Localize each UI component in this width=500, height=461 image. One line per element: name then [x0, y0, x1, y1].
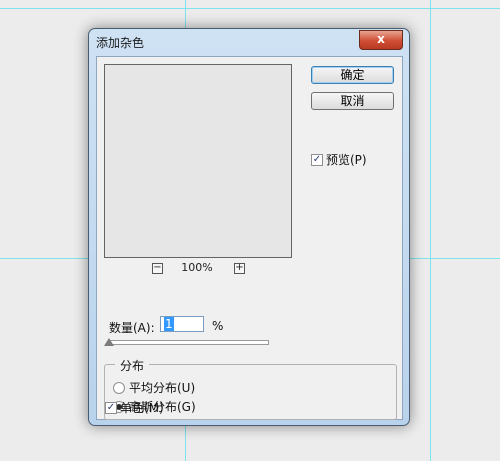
- zoom-in-icon: +: [235, 262, 244, 273]
- uniform-radio[interactable]: [113, 381, 125, 394]
- zoom-out-button[interactable]: −: [152, 263, 163, 274]
- monochromatic-checkbox[interactable]: ✓: [105, 401, 117, 414]
- zoom-controls: − 100% +: [104, 260, 292, 276]
- distribution-title: 分布: [115, 357, 150, 374]
- monochromatic-label: 单色(M): [120, 401, 164, 415]
- checkmark-icon: ✓: [312, 153, 322, 165]
- uniform-label: 平均分布(U): [129, 381, 196, 395]
- cancel-button[interactable]: 取消: [311, 92, 394, 110]
- preview-checkbox[interactable]: ✓: [311, 153, 323, 166]
- zoom-out-icon: −: [153, 262, 162, 273]
- add-noise-dialog: 添加杂色 x − 100% + 确定 取消 ✓ 预览(P) 数量(A): 1 %: [88, 28, 410, 426]
- checkmark-icon: ✓: [106, 401, 116, 413]
- amount-label: 数量(A):: [109, 321, 155, 335]
- uniform-radio-row[interactable]: 平均分布(U): [113, 377, 195, 396]
- dialog-body: − 100% + 确定 取消 ✓ 预览(P) 数量(A): 1 % 分布 平均分…: [96, 56, 403, 420]
- preview-checkbox-row[interactable]: ✓ 预览(P): [311, 149, 367, 168]
- zoom-in-button[interactable]: +: [234, 263, 245, 274]
- amount-input[interactable]: 1: [160, 316, 204, 332]
- preview-label: 预览(P): [326, 153, 367, 167]
- amount-slider-track[interactable]: [109, 340, 269, 345]
- dialog-title: 添加杂色: [96, 36, 145, 50]
- guide-line-horizontal: [0, 8, 500, 9]
- amount-value: 1: [164, 317, 174, 331]
- preview-area[interactable]: [104, 64, 292, 258]
- amount-unit: %: [212, 319, 224, 333]
- guide-line-vertical: [430, 0, 431, 461]
- zoom-level: 100%: [181, 261, 213, 274]
- ok-button[interactable]: 确定: [311, 66, 394, 84]
- title-bar[interactable]: 添加杂色 x: [89, 29, 409, 55]
- slider-thumb-icon[interactable]: [104, 338, 115, 346]
- monochromatic-checkbox-row[interactable]: ✓ 单色(M): [105, 397, 164, 416]
- close-button[interactable]: x: [359, 30, 403, 50]
- close-icon: x: [377, 32, 385, 46]
